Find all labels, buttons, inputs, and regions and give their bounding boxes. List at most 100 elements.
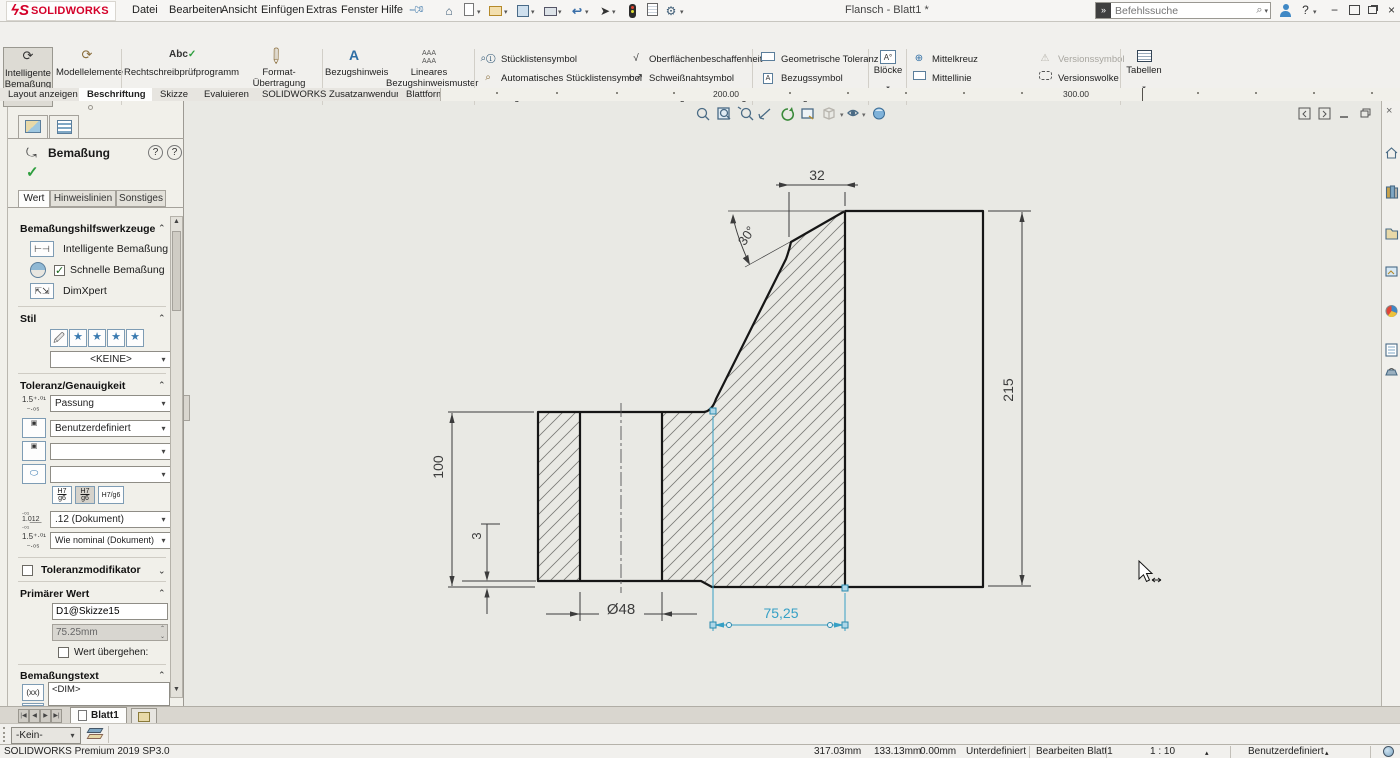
- new-document-icon[interactable]: [461, 3, 477, 19]
- drawing-view[interactable]: 32 30° 215 100 3 Ø48: [184, 101, 1381, 706]
- style-delete-button[interactable]: ★: [88, 329, 106, 347]
- weld-symbol-button[interactable]: ⌐↗Schweißnahtsymbol: [628, 69, 734, 87]
- section-dimtext-collapse[interactable]: ⌃: [158, 670, 166, 681]
- panel-scrollbar[interactable]: ▲ ▼: [170, 216, 183, 698]
- sheet-tab-blatt1[interactable]: Blatt1: [70, 707, 127, 723]
- units-custom[interactable]: Benutzerdefiniert: [1248, 746, 1324, 757]
- scrollbar-thumb[interactable]: [172, 231, 181, 311]
- dim-o48-text[interactable]: Ø48: [607, 601, 635, 618]
- last-sheet-button[interactable]: ▶|: [51, 709, 62, 723]
- menu-hilfe[interactable]: Hilfe: [375, 0, 409, 21]
- tab-layout-anzeigen[interactable]: Layout anzeigen: [0, 88, 87, 101]
- section-tools-collapse[interactable]: ⌃: [158, 223, 166, 234]
- hide-show-caret[interactable]: ▾: [862, 112, 866, 119]
- spinner-arrows[interactable]: ⌃⌄: [160, 625, 165, 641]
- dim-30deg-text[interactable]: 30°: [735, 223, 759, 248]
- print-caret[interactable]: ▾: [558, 8, 562, 16]
- override-value-row[interactable]: Wert übergehen:: [58, 647, 148, 658]
- task-pane-tabs[interactable]: [1383, 139, 1400, 379]
- section-tolerance-collapse[interactable]: ⌃: [158, 380, 166, 391]
- sheet-scale[interactable]: 1 : 10: [1150, 746, 1175, 757]
- dimtext-textarea[interactable]: <DIM>: [48, 682, 170, 706]
- tolerance-precision-select[interactable]: Wie nominal (Dokument)▾: [50, 532, 172, 549]
- tab-skizze[interactable]: Skizze: [152, 88, 197, 101]
- tolerance-modifier-checkbox[interactable]: [22, 565, 33, 576]
- quick-dimension-tool[interactable]: Schnelle Bemaßung: [30, 262, 165, 278]
- section-tolerance-header[interactable]: Toleranz/Genauigkeit: [20, 380, 125, 392]
- toolbar-grip[interactable]: [3, 727, 6, 742]
- units-caret[interactable]: ▴: [1325, 749, 1329, 757]
- style-default-button[interactable]: 🖉︎: [50, 329, 68, 347]
- center-mark-button[interactable]: ⊕Mittelkreuz: [911, 50, 978, 68]
- dimtext-center-button[interactable]: (xx): [22, 684, 44, 701]
- dim-3-text[interactable]: 3: [469, 532, 484, 539]
- scroll-up-arrow[interactable]: ▲: [172, 218, 181, 228]
- task-pane-close-icon[interactable]: ×: [1386, 105, 1392, 117]
- graphics-window-controls[interactable]: [1298, 107, 1394, 121]
- scroll-down-arrow[interactable]: ▼: [172, 686, 181, 696]
- file-properties-icon[interactable]: [644, 3, 660, 19]
- panel-tab-propertymanager[interactable]: [49, 115, 79, 138]
- panel-tab-wert[interactable]: Wert: [18, 190, 50, 207]
- help-caret[interactable]: ▾: [1313, 8, 1317, 16]
- dim-100-text[interactable]: 100: [430, 455, 446, 479]
- open-icon[interactable]: [487, 3, 503, 19]
- panel-tab-sonstiges[interactable]: Sonstiges: [116, 190, 166, 207]
- search-caret[interactable]: ▾: [1264, 7, 1268, 15]
- maximize-button[interactable]: [1346, 2, 1363, 19]
- revision-cloud-button[interactable]: Versionswolke: [1037, 69, 1119, 87]
- menu-datei[interactable]: Datei: [126, 0, 164, 21]
- primary-name-input[interactable]: [52, 603, 168, 620]
- search-input[interactable]: [1111, 5, 1256, 17]
- centerline-button[interactable]: Mittellinie: [911, 69, 972, 87]
- scale-caret[interactable]: ▴: [1205, 749, 1209, 757]
- dimxpert-tool[interactable]: ⇱⇲ DimXpert: [30, 283, 107, 299]
- style-save-button[interactable]: ★: [107, 329, 125, 347]
- section-dimtext-header[interactable]: Bemaßungstext: [20, 670, 99, 682]
- help-pin-icon[interactable]: ?: [148, 145, 163, 160]
- panel-tab-featuremanager[interactable]: [18, 115, 48, 138]
- next-sheet-button[interactable]: ▶: [40, 709, 51, 723]
- ok-check-icon[interactable]: ✓: [26, 163, 39, 181]
- undo-caret[interactable]: ▾: [585, 8, 589, 16]
- display-style-caret[interactable]: ▾: [840, 112, 844, 119]
- save-caret[interactable]: ▾: [531, 8, 535, 16]
- rebuild-traffic-light-icon[interactable]: [629, 4, 636, 18]
- section-primary-header[interactable]: Primärer Wert: [20, 588, 89, 600]
- close-button[interactable]: ×: [1383, 2, 1400, 19]
- primary-value-spinner[interactable]: 75.25mm ⌃⌄: [52, 624, 168, 641]
- style-add-button[interactable]: ★: [69, 329, 87, 347]
- section-style-collapse[interactable]: ⌃: [158, 313, 166, 324]
- auto-balloon-button[interactable]: ⌕Automatisches Stücklistensymbol: [480, 69, 642, 87]
- section-style-header[interactable]: Stil: [20, 313, 36, 325]
- tolerance-modifier-expand[interactable]: ⌃: [158, 564, 166, 575]
- fit-stacked-button[interactable]: H7g6: [52, 486, 72, 504]
- undo-icon[interactable]: ↩: [569, 3, 585, 19]
- quick-dimension-checkbox[interactable]: [54, 265, 65, 276]
- tolerance-type-select[interactable]: Passung▾: [50, 395, 172, 412]
- section-tools-header[interactable]: Bemaßungshilfswerkzeuge: [20, 223, 155, 235]
- tolerance-modifier-row[interactable]: Toleranzmodifikator: [22, 564, 141, 576]
- surface-finish-button[interactable]: √Oberflächenbeschaffenheit: [628, 50, 762, 68]
- prev-sheet-button[interactable]: ◀: [29, 709, 40, 723]
- datum-symbol-button[interactable]: ABezugssymbol: [760, 69, 843, 87]
- panel-tab-hinweislinien[interactable]: Hinweislinien: [50, 190, 116, 207]
- geometric-tolerance-button[interactable]: Geometrische Toleranz: [760, 50, 879, 68]
- restore-button[interactable]: [1364, 2, 1381, 19]
- tags-globe-icon[interactable]: [1383, 746, 1394, 757]
- save-icon[interactable]: [515, 3, 531, 19]
- panel-splitter-handle[interactable]: [184, 395, 190, 421]
- open-caret[interactable]: ▾: [504, 8, 508, 16]
- help-circle-icon[interactable]: ?: [167, 145, 182, 160]
- tab-evaluieren[interactable]: Evaluieren: [196, 88, 258, 101]
- minimize-button[interactable]: −: [1326, 2, 1343, 19]
- dim-32-text[interactable]: 32: [809, 167, 825, 183]
- hole-fit-select[interactable]: ▾: [50, 443, 172, 460]
- section-primary-collapse[interactable]: ⌃: [158, 588, 166, 599]
- add-sheet-tab[interactable]: [131, 708, 157, 723]
- style-load-button[interactable]: ★: [126, 329, 144, 347]
- balloon-button[interactable]: ⌕①Stücklistensymbol: [480, 50, 577, 68]
- user-account-icon[interactable]: [1280, 4, 1292, 17]
- fit-type-select[interactable]: Benutzerdefiniert▾: [50, 420, 172, 437]
- options-gear-icon[interactable]: ⚙︎: [663, 3, 679, 19]
